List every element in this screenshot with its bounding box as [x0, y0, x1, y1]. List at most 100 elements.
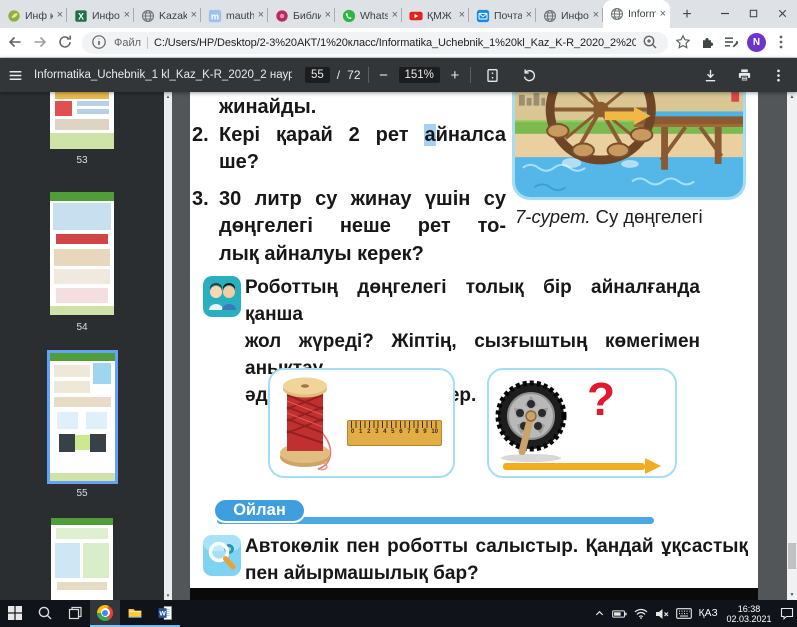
thumbnail-art: [90, 434, 106, 452]
tab-label: Informat: [628, 8, 656, 20]
pdf-menu-icon[interactable]: [0, 60, 30, 90]
ruler-number: 10: [431, 429, 438, 435]
browser-tab[interactable]: mmauthor×: [201, 3, 268, 28]
scroll-up-icon[interactable]: ▲: [787, 94, 797, 100]
task-view-button[interactable]: [60, 600, 90, 627]
thumbnail-art: [54, 381, 90, 393]
tab-close-icon[interactable]: ×: [124, 10, 130, 21]
reading-list-icon[interactable]: [723, 34, 740, 51]
sidebar-scrollbar[interactable]: ▲ ▼: [164, 92, 172, 600]
browser-menu-icon[interactable]: [773, 34, 790, 51]
print-icon[interactable]: [729, 60, 759, 90]
zoom-page-icon[interactable]: [642, 34, 659, 51]
tab-close-icon[interactable]: ×: [459, 10, 465, 21]
bookmark-star-icon[interactable]: [675, 34, 692, 51]
zoom-level-value[interactable]: 151%: [399, 67, 440, 83]
forward-icon[interactable]: [32, 34, 50, 52]
taskbar-explorer-button[interactable]: [120, 600, 150, 627]
clock-date: 02.03.2021: [725, 614, 773, 624]
page-number-input[interactable]: 55: [305, 67, 330, 83]
browser-tab[interactable]: Почта M ×: [469, 3, 536, 28]
scrollbar-thumb[interactable]: [788, 543, 796, 569]
battery-icon[interactable]: [612, 609, 627, 619]
scroll-down-icon[interactable]: ▼: [164, 593, 172, 598]
url-field[interactable]: Файл C:/Users/HP/Desktop/2-3%20АКТ/1%20к…: [82, 32, 668, 54]
address-bar: Файл C:/Users/HP/Desktop/2-3%20АКТ/1%20к…: [0, 28, 797, 58]
tab-close-icon[interactable]: ×: [526, 10, 532, 21]
page-thumbnail-55[interactable]: [47, 350, 118, 484]
url-divider: [147, 37, 148, 49]
thread-spool-icon: [278, 373, 336, 473]
tab-close-icon[interactable]: ×: [660, 9, 666, 20]
think-section-header: Ойлан: [213, 498, 306, 523]
tab-close-icon[interactable]: ×: [57, 10, 63, 21]
list-fragment: жинайды.: [192, 94, 506, 122]
tab-bar: Инф каз×XИнформ×Kazak tili_×mmauthor×Биб…: [0, 0, 797, 28]
ruler-number: 3: [375, 429, 378, 435]
new-tab-button[interactable]: +: [674, 3, 700, 27]
browser-tab[interactable]: Библиот×: [268, 3, 335, 28]
thumbnail-art: [77, 109, 109, 114]
profile-avatar[interactable]: N: [747, 33, 766, 52]
pdf-more-icon[interactable]: [763, 60, 793, 90]
rotate-icon[interactable]: [515, 60, 545, 90]
wifi-icon[interactable]: [634, 608, 648, 619]
action-center-icon[interactable]: [780, 607, 794, 620]
tab-close-icon[interactable]: ×: [392, 10, 398, 21]
thumbnail-art: [54, 249, 110, 266]
taskbar-search-button[interactable]: [30, 600, 60, 627]
page-thumbnail-53[interactable]: [50, 92, 114, 149]
pair-work-icon: [203, 276, 241, 317]
tab-strip: Инф каз×XИнформ×Kazak tili_×mmauthor×Биб…: [0, 0, 670, 28]
page-scrollbar[interactable]: ▲ ▼: [787, 92, 797, 600]
browser-tab[interactable]: WhatsAp×: [335, 3, 402, 28]
thumbnail-art: [54, 397, 111, 407]
page-thumbnail-54[interactable]: [50, 192, 114, 315]
download-icon[interactable]: [695, 60, 725, 90]
zoom-in-button[interactable]: +: [447, 67, 463, 84]
zoom-out-button[interactable]: −: [376, 67, 392, 84]
tab-close-icon[interactable]: ×: [191, 10, 197, 21]
clock[interactable]: 16:38 02.03.2021: [725, 604, 773, 624]
start-button[interactable]: [0, 600, 30, 627]
taskbar-chrome-button[interactable]: [90, 600, 120, 627]
browser-tab[interactable]: Информ ×: [536, 3, 603, 28]
ruler-number: 1: [359, 429, 362, 435]
close-button[interactable]: [768, 0, 797, 26]
browser-tab[interactable]: XИнформ×: [67, 3, 134, 28]
thumbnail-art: [55, 119, 109, 129]
hidden-icons-chevron[interactable]: [594, 608, 605, 619]
page-thumbnail-56[interactable]: [51, 518, 113, 600]
browser-tab[interactable]: Informat ×: [603, 0, 670, 28]
pdf-toolbar: Informatika_Uchebnik_1 kl_Kaz_K-R_2020_2…: [0, 58, 797, 92]
text-line: лық айналуы керек?: [219, 241, 506, 269]
scroll-up-icon[interactable]: ▲: [164, 94, 172, 99]
ruler-number: 6: [399, 429, 402, 435]
tab-label: ҚМЖ ЖА: [427, 10, 455, 22]
tab-close-icon[interactable]: ×: [593, 10, 599, 21]
browser-tab[interactable]: Инф каз×: [0, 3, 67, 28]
volume-muted-icon[interactable]: [655, 608, 669, 620]
browser-tab[interactable]: ҚМЖ ЖА ×: [402, 3, 469, 28]
browser-tab[interactable]: Kazak tili_×: [134, 3, 201, 28]
scroll-down-icon[interactable]: ▼: [787, 592, 797, 598]
thumbnail-art: [57, 582, 107, 590]
tab-label: Почта M: [494, 10, 522, 22]
tab-close-icon[interactable]: ×: [325, 10, 331, 21]
extensions-puzzle-icon[interactable]: [699, 34, 716, 51]
minimize-button[interactable]: [710, 0, 739, 26]
tab-close-icon[interactable]: ×: [258, 10, 264, 21]
fit-page-icon[interactable]: [478, 60, 508, 90]
thumbnail-art: [50, 133, 114, 149]
language-indicator[interactable]: ҚАЗ: [699, 608, 718, 619]
touch-keyboard-icon[interactable]: [676, 608, 692, 619]
taskbar-word-button[interactable]: W: [150, 600, 180, 627]
reload-icon[interactable]: [57, 34, 75, 52]
info-icon[interactable]: [91, 34, 108, 51]
thumbnail-art: [77, 101, 109, 106]
youtube-icon: [409, 9, 423, 23]
maximize-button[interactable]: [739, 0, 768, 26]
tab-label: Информ: [561, 10, 589, 22]
back-icon[interactable]: [7, 34, 25, 52]
clock-time: 16:38: [725, 604, 773, 614]
